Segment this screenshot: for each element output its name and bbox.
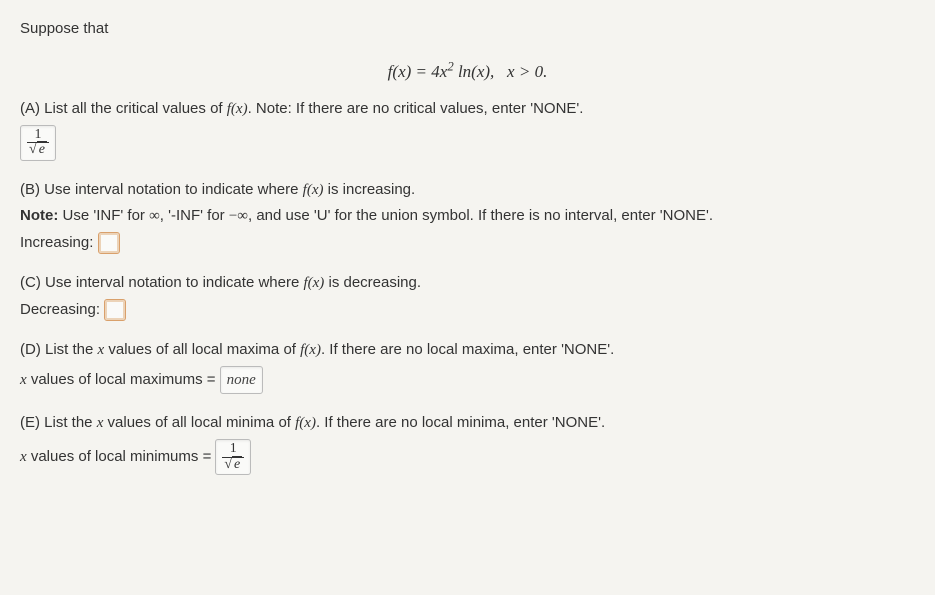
part-d-answer-box[interactable]: none xyxy=(220,366,263,395)
part-a-answer-fraction: 1 e xyxy=(27,128,49,158)
intro: Suppose that xyxy=(20,20,108,37)
part-d-prompt: (D) List the x values of all local maxim… xyxy=(20,339,915,362)
intro-text: Suppose that xyxy=(20,18,915,41)
part-a-prompt: (A) List all the critical values of f(x)… xyxy=(20,98,915,121)
part-e-answer-fraction: 1 e xyxy=(222,442,244,472)
part-b-prompt: (B) Use interval notation to indicate wh… xyxy=(20,179,915,202)
part-e-answer-row: x values of local minimums = 1 e xyxy=(20,439,915,475)
equation: f(x) = 4x2 ln(x), x > 0. xyxy=(20,59,915,85)
decreasing-label: Decreasing: xyxy=(20,301,100,318)
part-b-answer-row: Increasing: xyxy=(20,232,915,255)
part-b: (B) Use interval notation to indicate wh… xyxy=(20,179,915,255)
part-c-prompt: (C) Use interval notation to indicate wh… xyxy=(20,272,915,295)
part-d: (D) List the x values of all local maxim… xyxy=(20,339,915,394)
part-a: (A) List all the critical values of f(x)… xyxy=(20,98,915,161)
part-c-answer-box[interactable] xyxy=(104,299,126,321)
part-e-answer-box[interactable]: 1 e xyxy=(215,439,251,475)
part-c: (C) Use interval notation to indicate wh… xyxy=(20,272,915,321)
part-e: (E) List the x values of all local minim… xyxy=(20,412,915,475)
part-c-answer-row: Decreasing: xyxy=(20,299,915,322)
part-a-answer-box[interactable]: 1 e xyxy=(20,125,56,161)
increasing-label: Increasing: xyxy=(20,234,93,251)
part-b-answer-box[interactable] xyxy=(98,232,120,254)
part-d-answer-row: x values of local maximums = none xyxy=(20,366,915,395)
part-e-prompt: (E) List the x values of all local minim… xyxy=(20,412,915,435)
part-b-note: Note: Use 'INF' for ∞, '-INF' for −∞, an… xyxy=(20,205,915,228)
